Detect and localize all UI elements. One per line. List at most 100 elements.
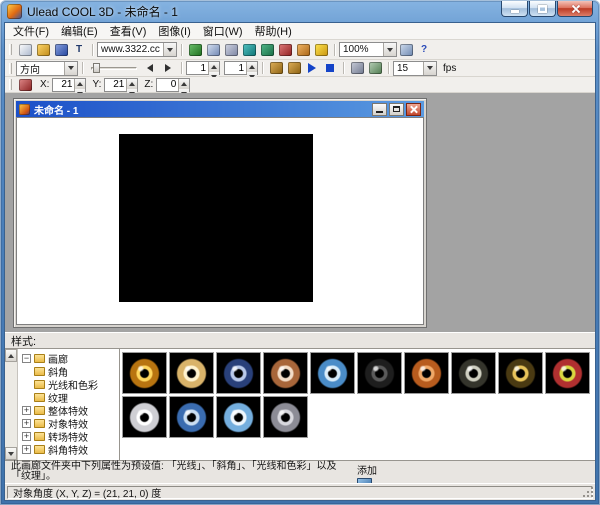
rotate-cw-icon[interactable] [285,60,303,76]
export-icon[interactable] [294,42,312,58]
toolbar-grip[interactable] [9,44,12,55]
menu-item[interactable]: 帮助(H) [249,22,298,40]
tree-item[interactable]: 光线和色彩 [20,378,119,391]
doc-minimize-button[interactable] [372,103,387,116]
toolbar-grip[interactable] [9,79,12,90]
render-animation-icon[interactable] [348,60,366,76]
edit-text-icon[interactable] [204,42,222,58]
spin-up-icon[interactable] [75,79,85,89]
zoom-combo-dropdown-icon[interactable] [383,43,396,56]
z-label: Z: [144,79,153,90]
step-spinner[interactable]: 1 [224,61,258,75]
expand-icon[interactable]: + [22,445,31,454]
new-icon[interactable] [16,42,34,58]
x-spinner[interactable]: 21 [52,78,86,92]
menu-item[interactable]: 图像(I) [152,22,196,40]
direction-combo[interactable]: 方向 [16,61,78,76]
fps-combo-dropdown-icon[interactable] [423,62,436,75]
x-spinner-buttons[interactable] [74,79,85,91]
tree-scrollbar[interactable] [5,349,18,460]
direction-combo-dropdown-icon[interactable] [64,62,77,75]
tree-item[interactable]: +斜角特效 [20,443,119,456]
timeline-slider-thumb[interactable] [93,63,100,73]
z-spinner[interactable]: 0 [156,78,190,92]
frame-spinner[interactable]: 1 [186,61,220,75]
document-window[interactable]: 未命名 - 1 [13,98,427,328]
minimize-button[interactable] [501,1,528,17]
spin-up-icon[interactable] [179,79,189,89]
menu-item[interactable]: 文件(F) [7,22,55,40]
effects-tree: −画廊斜角光线和色彩纹理+整体特效+对象特效+转场特效+斜角特效 [18,349,120,460]
gallery-item[interactable] [216,396,261,438]
donut-thumbnail [173,400,210,435]
url-combo[interactable]: www.3322.cc [97,42,177,57]
save-icon[interactable] [52,42,70,58]
export-video-icon[interactable] [366,60,384,76]
gallery-item[interactable] [122,352,167,394]
zoom-combo[interactable]: 100% [339,42,397,57]
gallery-item[interactable] [169,396,214,438]
doc-close-button[interactable] [406,103,421,116]
help-icon[interactable]: ? [415,42,433,58]
object-rotation-mode-icon[interactable] [16,77,34,93]
scrollbar-track[interactable] [5,362,17,447]
doc-restore-button[interactable] [389,103,404,116]
render-canvas[interactable] [119,134,313,302]
close-button[interactable] [557,1,593,17]
fps-combo-value: 15 [397,63,421,74]
gallery-item[interactable] [545,352,590,394]
tree-item[interactable]: −画廊 [20,352,119,365]
light-icon[interactable] [312,42,330,58]
maximize-button[interactable] [529,1,556,17]
prev-frame-icon[interactable] [141,60,159,76]
gallery-item[interactable] [169,352,214,394]
fps-combo[interactable]: 15 [393,61,437,76]
gallery-item[interactable] [216,352,261,394]
x-spinner-value: 21 [53,79,74,91]
studio-icon[interactable] [276,42,294,58]
frame-spinner-buttons[interactable] [208,62,219,74]
document-title-bar[interactable]: 未命名 - 1 [16,101,424,117]
gallery-item[interactable] [498,352,543,394]
z-spinner-buttons[interactable] [178,79,189,91]
title-bar[interactable]: Ulead COOL 3D - 未命名 - 1 [0,0,600,22]
menu-item[interactable]: 编辑(E) [55,22,104,40]
expand-icon[interactable]: + [22,419,31,428]
y-spinner-buttons[interactable] [126,79,137,91]
timeline-slider[interactable] [91,63,137,73]
color-dialog-icon[interactable] [258,42,276,58]
menu-item[interactable]: 窗口(W) [197,22,249,40]
toolbar-grip[interactable] [9,63,12,74]
texture-dialog-icon[interactable] [240,42,258,58]
stop-button[interactable] [321,60,339,76]
snapshot-icon[interactable] [222,42,240,58]
next-frame-icon[interactable] [159,60,177,76]
scroll-up-icon[interactable] [5,349,17,362]
expand-icon[interactable]: + [22,432,31,441]
expand-icon[interactable]: + [22,406,31,415]
gallery-item[interactable] [310,352,355,394]
spin-up-icon[interactable] [209,62,219,72]
y-spinner[interactable]: 21 [104,78,138,92]
step-spinner-buttons[interactable] [246,62,257,74]
gallery-item[interactable] [404,352,449,394]
gallery-item[interactable] [263,396,308,438]
collapse-icon[interactable]: − [22,354,31,363]
gallery-item[interactable] [357,352,402,394]
spin-up-icon[interactable] [247,62,257,72]
gallery-item[interactable] [263,352,308,394]
open-icon[interactable] [34,42,52,58]
scroll-down-icon[interactable] [5,447,17,460]
url-combo-dropdown-icon[interactable] [163,43,176,56]
rotate-ccw-icon[interactable] [267,60,285,76]
insert-graphics-icon[interactable] [186,42,204,58]
play-button[interactable] [303,60,321,76]
insert-text-icon[interactable]: T [70,42,88,58]
resize-grip[interactable] [591,495,593,497]
menu-item[interactable]: 查看(V) [104,22,153,40]
rotate-cw-icon [288,62,301,74]
gallery-item[interactable] [451,352,496,394]
spin-up-icon[interactable] [127,79,137,89]
gallery-item[interactable] [122,396,167,438]
window-layout-icon[interactable] [397,42,415,58]
